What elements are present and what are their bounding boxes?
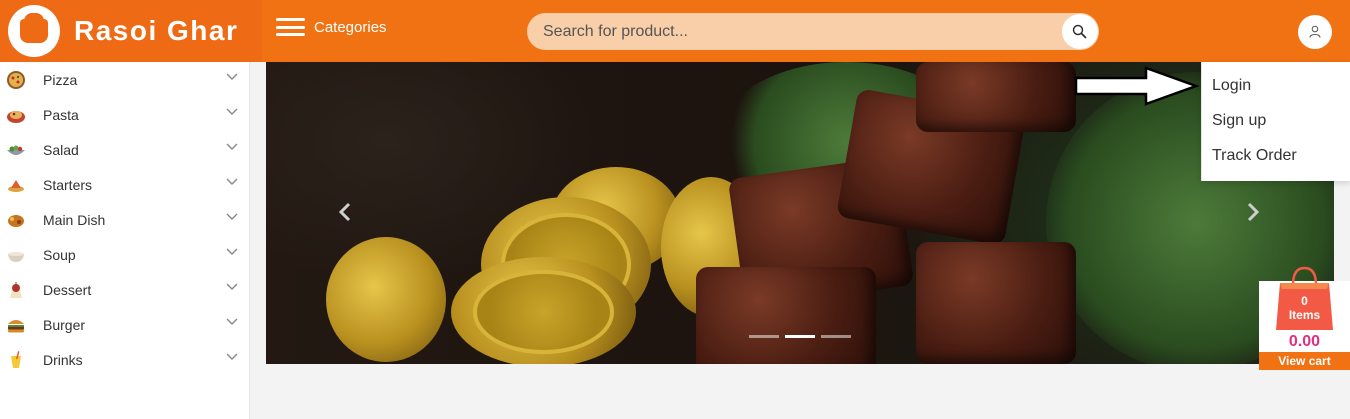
carousel-next-icon[interactable]	[1246, 202, 1260, 222]
logo-pot-icon	[8, 5, 60, 57]
salad-icon	[6, 140, 26, 160]
carousel-indicator[interactable]	[749, 335, 779, 338]
user-account-button[interactable]	[1298, 15, 1332, 49]
starters-icon	[6, 175, 26, 195]
categories-button[interactable]: Categories	[276, 18, 387, 36]
chevron-down-icon	[226, 213, 238, 220]
search-icon	[1072, 24, 1087, 39]
floating-cart[interactable]: 0 Items 0.00 View cart	[1259, 265, 1350, 371]
login-link[interactable]: Login	[1212, 77, 1251, 95]
sidebar-item-label: Soup	[43, 246, 76, 263]
sidebar-item-label: Dessert	[43, 281, 92, 298]
carousel-indicator[interactable]	[821, 335, 851, 338]
cart-items-label: Items	[1288, 307, 1321, 322]
pointer-arrow-icon	[1074, 66, 1200, 106]
sidebar-item-label: Main Dish	[43, 211, 106, 228]
chevron-down-icon	[226, 108, 238, 115]
chevron-down-icon	[226, 318, 238, 325]
sidebar-item-label: Pasta	[43, 106, 79, 123]
sidebar-item-burger[interactable]: Burger	[0, 307, 249, 342]
dessert-icon	[6, 280, 26, 300]
search-bar	[527, 13, 1099, 50]
chevron-down-icon	[226, 248, 238, 255]
user-icon	[1309, 25, 1321, 38]
drinks-icon	[6, 350, 26, 370]
track-order-link[interactable]: Track Order	[1212, 147, 1297, 165]
sidebar-item-drinks[interactable]: Drinks	[0, 342, 249, 377]
sidebar-item-starters[interactable]: Starters	[0, 167, 249, 202]
chevron-down-icon	[226, 283, 238, 290]
chevron-down-icon	[226, 143, 238, 150]
sidebar-item-main-dish[interactable]: Main Dish	[0, 202, 249, 237]
pizza-icon	[6, 70, 26, 90]
sidebar-item-label: Pizza	[43, 71, 78, 88]
main-dish-icon	[6, 210, 26, 230]
user-dropdown-menu: Login Sign up Track Order	[1201, 62, 1350, 181]
view-cart-button[interactable]: View cart	[1259, 352, 1350, 370]
sidebar-item-label: Drinks	[43, 351, 83, 368]
cart-count: 0 Items	[1275, 294, 1334, 323]
hero-carousel	[266, 62, 1334, 364]
category-sidebar: Pizza Pasta Salad Starters Main Dish Sou	[0, 62, 250, 419]
categories-label: Categories	[314, 18, 387, 36]
chevron-down-icon	[226, 178, 238, 185]
brand-name: Rasoi Ghar	[74, 15, 239, 46]
top-bar: Rasoi Ghar Categories	[0, 0, 1350, 62]
burger-icon	[6, 315, 26, 335]
sidebar-item-dessert[interactable]: Dessert	[0, 272, 249, 307]
pasta-icon	[6, 105, 26, 125]
search-button[interactable]	[1062, 14, 1098, 49]
brand-logo[interactable]: Rasoi Ghar	[0, 0, 262, 62]
soup-icon	[6, 245, 26, 265]
chevron-down-icon	[226, 73, 238, 80]
carousel-prev-icon[interactable]	[338, 202, 352, 222]
sidebar-item-pizza[interactable]: Pizza	[0, 62, 249, 97]
sidebar-item-label: Burger	[43, 316, 86, 333]
sidebar-item-pasta[interactable]: Pasta	[0, 97, 249, 132]
cart-total: 0.00	[1288, 333, 1321, 350]
hamburger-icon	[276, 18, 305, 36]
signup-link[interactable]: Sign up	[1212, 112, 1266, 130]
carousel-slide-image	[266, 62, 1334, 364]
chevron-down-icon	[226, 353, 238, 360]
sidebar-item-label: Starters	[43, 176, 93, 193]
sidebar-item-salad[interactable]: Salad	[0, 132, 249, 167]
sidebar-item-label: Salad	[43, 141, 79, 158]
carousel-indicator[interactable]	[785, 335, 815, 338]
carousel-indicators	[749, 335, 851, 338]
sidebar-item-soup[interactable]: Soup	[0, 237, 249, 272]
search-input[interactable]	[527, 13, 1057, 50]
